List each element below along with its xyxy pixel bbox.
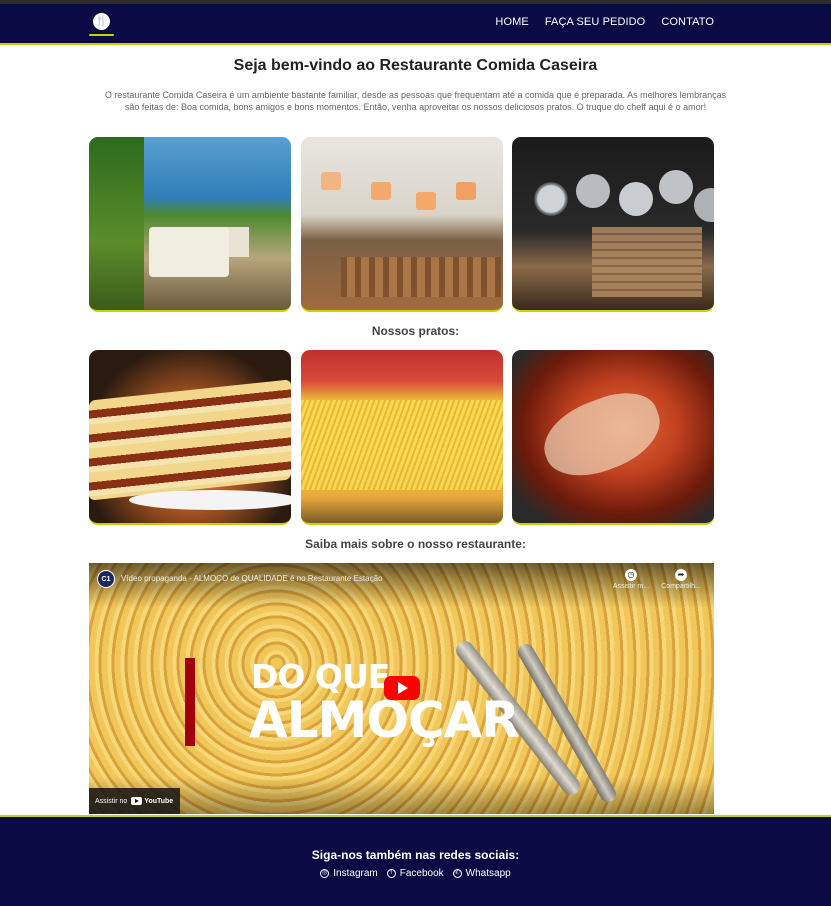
youtube-logo: YouTube [131, 797, 173, 805]
youtube-play-icon [131, 797, 143, 805]
navbar: 🍴 HOME FAÇA SEU PEDIDO CONTATO [0, 4, 831, 45]
social-links: ◎ Instagram f Facebook ✆ Whatsapp [0, 868, 831, 879]
social-link-whatsapp[interactable]: ✆ Whatsapp [452, 868, 511, 879]
facebook-icon: f [386, 869, 396, 878]
clock-icon: ◷ [625, 569, 637, 581]
footer: Siga-nos também nas redes sociais: ◎ Ins… [0, 815, 831, 906]
dishes-gallery [89, 350, 714, 525]
watch-on-label: Assistir no [95, 797, 128, 805]
fork-knife-icon: 🍴 [93, 13, 110, 30]
whatsapp-icon: ✆ [452, 869, 462, 878]
social-link-instagram[interactable]: ◎ Instagram [320, 868, 378, 879]
dish-photo-chicken-parmigiana [512, 350, 714, 525]
logo[interactable]: 🍴 [89, 10, 114, 37]
social-link-facebook[interactable]: f Facebook [386, 868, 444, 879]
nav-link-order[interactable]: FAÇA SEU PEDIDO [545, 16, 646, 28]
main-nav: HOME FAÇA SEU PEDIDO CONTATO [495, 16, 714, 28]
video-overlay-text-line2: ALMOÇAR [249, 691, 520, 749]
watch-later-button[interactable]: ◷ Assistir m... [609, 569, 653, 590]
video-heading: Saiba mais sobre o nosso restaurante: [305, 537, 526, 551]
logo-underline [89, 34, 114, 36]
share-label: Compartilh... [661, 583, 701, 590]
dish-photo-potato-straw-casserole [300, 350, 503, 525]
nav-link-home[interactable]: HOME [495, 16, 528, 28]
footer-title: Siga-nos também nas redes sociais: [311, 848, 520, 862]
share-icon: ➦ [675, 569, 687, 581]
channel-avatar[interactable]: C1 [97, 570, 115, 588]
play-button-icon[interactable] [384, 676, 420, 700]
watch-on-youtube-button[interactable]: Assistir no YouTube [89, 788, 180, 814]
restaurant-gallery [89, 137, 714, 312]
dishes-heading: Nossos pratos: [371, 324, 460, 338]
dish-photo-lasagna [89, 350, 291, 525]
instagram-icon: ◎ [320, 869, 330, 878]
whatsapp-label: Whatsapp [465, 868, 511, 879]
instagram-label: Instagram [333, 868, 378, 879]
watch-later-label: Assistir m... [612, 583, 650, 590]
video-title[interactable]: Vídeo propaganda - ALMOÇO de QUALIDADE é… [121, 574, 382, 583]
restaurant-photo-seaside-terrace [89, 137, 291, 312]
restaurant-photo-dining-room [300, 137, 503, 312]
youtube-wordmark: YouTube [144, 797, 174, 805]
facebook-label: Facebook [399, 868, 444, 879]
youtube-video-embed[interactable]: C1 Vídeo propaganda - ALMOÇO de QUALIDAD… [89, 563, 714, 814]
intro-text: O restaurante Comida Caseira é um ambien… [104, 90, 727, 112]
nav-link-contact[interactable]: CONTATO [661, 16, 714, 28]
restaurant-photo-kitchen-pans [512, 137, 714, 312]
page-title: Seja bem-vindo ao Restaurante Comida Cas… [233, 57, 598, 74]
overlay-red-bar [185, 658, 195, 746]
share-button[interactable]: ➦ Compartilh... [659, 569, 703, 590]
